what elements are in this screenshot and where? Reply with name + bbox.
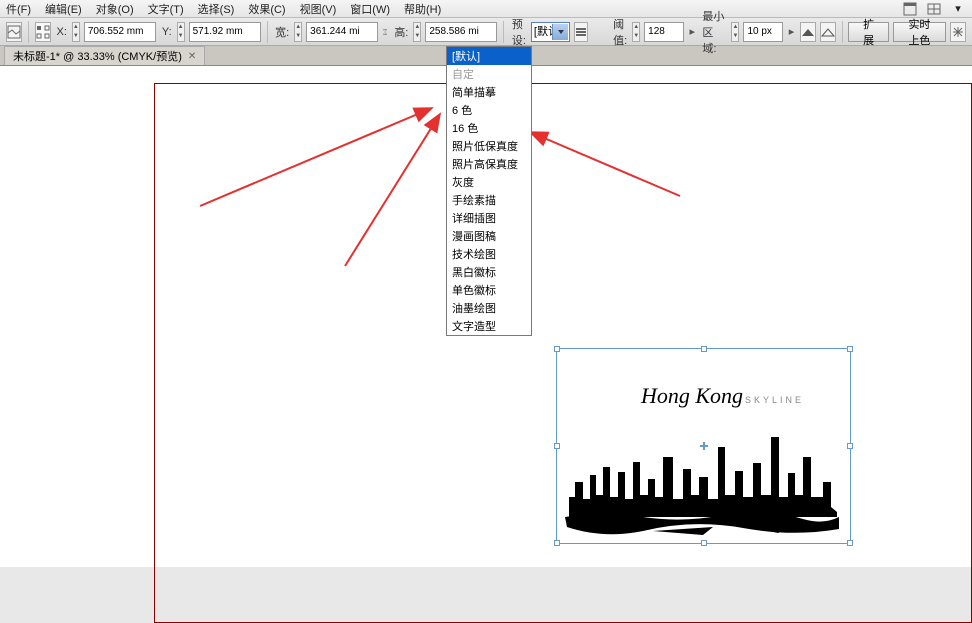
x-input[interactable]: [84, 22, 156, 42]
center-mark: [700, 442, 708, 450]
height-label: 高:: [394, 24, 408, 40]
embed-icon[interactable]: [6, 22, 22, 42]
preset-option[interactable]: 详细插图: [447, 209, 531, 227]
threshold-stepper[interactable]: ▲▼: [632, 22, 640, 42]
menu-text[interactable]: 文字(T): [148, 1, 184, 17]
handle-bm[interactable]: [701, 540, 707, 546]
handle-bl[interactable]: [554, 540, 560, 546]
h-stepper[interactable]: ▲▼: [413, 22, 421, 42]
width-input[interactable]: [306, 22, 378, 42]
document-tab-title: 未标题-1* @ 33.33% (CMYK/预览): [13, 48, 182, 64]
view-mode-a-icon[interactable]: [800, 22, 816, 42]
link-icon[interactable]: [382, 26, 388, 38]
handle-tm[interactable]: [701, 346, 707, 352]
toolbar-icon-a[interactable]: [902, 1, 918, 17]
menu-window[interactable]: 窗口(W): [350, 1, 390, 17]
handle-mr[interactable]: [847, 443, 853, 449]
preset-option[interactable]: 手绘素描: [447, 191, 531, 209]
select-arrow-icon: [558, 30, 564, 34]
preset-option[interactable]: 16 色: [447, 119, 531, 137]
close-tab-icon[interactable]: ✕: [188, 51, 196, 62]
handle-br[interactable]: [847, 540, 853, 546]
preset-option[interactable]: 黑白徽标: [447, 263, 531, 281]
threshold-label: 阈值:: [613, 16, 627, 48]
preset-option[interactable]: 照片低保真度: [447, 137, 531, 155]
reference-point-icon[interactable]: [35, 22, 51, 42]
preset-option[interactable]: 漫画图稿: [447, 227, 531, 245]
preset-option: 自定: [447, 65, 531, 83]
artwork-subtitle: SKYLINE: [745, 395, 804, 405]
preset-option[interactable]: 灰度: [447, 173, 531, 191]
minarea-input[interactable]: [743, 22, 783, 42]
menu-file[interactable]: 件(F): [6, 1, 31, 17]
preset-option[interactable]: [默认]: [447, 47, 531, 65]
minarea-arrow-icon[interactable]: ▸: [787, 24, 795, 40]
preset-label: 预设:: [512, 16, 526, 48]
width-label: 宽:: [275, 24, 289, 40]
artwork-title: Hong Kong: [641, 383, 743, 409]
application-menubar: 件(F) 编辑(E) 对象(O) 文字(T) 选择(S) 效果(C) 视图(V)…: [0, 0, 972, 18]
x-stepper[interactable]: ▲▼: [72, 22, 80, 42]
preset-option[interactable]: 照片高保真度: [447, 155, 531, 173]
height-input[interactable]: [425, 22, 497, 42]
w-stepper[interactable]: ▲▼: [294, 22, 302, 42]
menu-help[interactable]: 帮助(H): [404, 1, 441, 17]
threshold-input[interactable]: [644, 22, 684, 42]
preset-dropdown[interactable]: [默认]自定简单描摹6 色16 色照片低保真度照片高保真度灰度手绘素描详细插图漫…: [446, 46, 532, 336]
preset-menu-icon[interactable]: [574, 22, 588, 42]
preset-option[interactable]: 技术绘图: [447, 245, 531, 263]
threshold-arrow-icon[interactable]: ▸: [688, 24, 696, 40]
options-extra-icon[interactable]: [950, 22, 966, 42]
options-bar: X: ▲▼ Y: ▲▼ 宽: ▲▼ 高: ▲▼ 预设: [默认] 阈值: ▲▼ …: [0, 18, 972, 46]
expand-button[interactable]: 扩展: [848, 22, 889, 42]
preset-option[interactable]: 简单描摹: [447, 83, 531, 101]
menu-view[interactable]: 视图(V): [300, 1, 337, 17]
menu-edit[interactable]: 编辑(E): [45, 1, 82, 17]
menu-effect[interactable]: 效果(C): [248, 1, 285, 17]
preset-option[interactable]: 6 色: [447, 101, 531, 119]
handle-ml[interactable]: [554, 443, 560, 449]
menu-object[interactable]: 对象(O): [96, 1, 134, 17]
handle-tl[interactable]: [554, 346, 560, 352]
preset-option[interactable]: 单色徽标: [447, 281, 531, 299]
x-label: X:: [57, 26, 67, 38]
menu-select[interactable]: 选择(S): [198, 1, 235, 17]
preset-option[interactable]: 文字造型: [447, 317, 531, 335]
y-stepper[interactable]: ▲▼: [177, 22, 185, 42]
document-tab[interactable]: 未标题-1* @ 33.33% (CMYK/预览) ✕: [4, 46, 205, 65]
selected-image[interactable]: Hong Kong SKYLINE: [556, 348, 851, 544]
toolbar-dropdown-icon[interactable]: ▾: [950, 1, 966, 17]
minarea-stepper[interactable]: ▲▼: [731, 22, 739, 42]
livepaint-button[interactable]: 实时上色: [893, 22, 946, 42]
preset-option[interactable]: 油墨绘图: [447, 299, 531, 317]
view-mode-b-icon[interactable]: [820, 22, 836, 42]
handle-tr[interactable]: [847, 346, 853, 352]
preset-select[interactable]: [默认]: [531, 22, 570, 42]
y-input[interactable]: [189, 22, 261, 42]
y-label: Y:: [162, 26, 172, 38]
toolbar-icon-b[interactable]: [926, 1, 942, 17]
minarea-label: 最小区域:: [702, 8, 726, 56]
